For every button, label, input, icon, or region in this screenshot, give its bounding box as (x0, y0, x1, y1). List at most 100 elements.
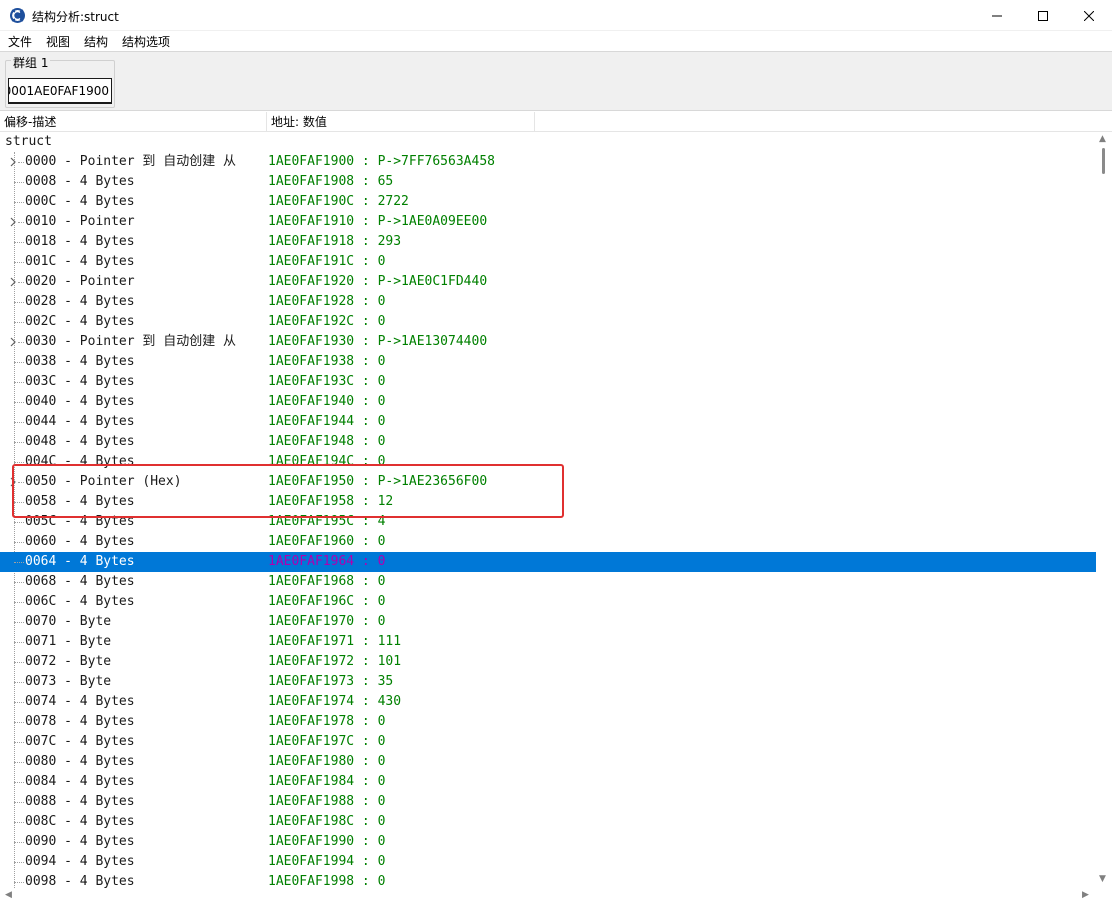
row-address-value[interactable]: 1AE0FAF1970 : 0 (268, 612, 385, 632)
row-address-value[interactable]: 1AE0FAF1930 : P->1AE13074400 (268, 332, 487, 352)
tree-row[interactable]: 0073 - Byte 1AE0FAF1973 : 35 (0, 672, 1096, 692)
structure-tree[interactable]: struct 0000 - Pointer 到 自动创建 从 1AE0FAF190… (0, 132, 1096, 889)
minimize-button[interactable] (974, 0, 1020, 31)
row-address-value[interactable]: 1AE0FAF1973 : 35 (268, 672, 393, 692)
scroll-down-arrow-icon[interactable]: ▼ (1099, 874, 1106, 884)
row-address-value[interactable]: 1AE0FAF197C : 0 (268, 732, 385, 752)
row-address-value[interactable]: 1AE0FAF1971 : 111 (268, 632, 401, 652)
column-address-value[interactable]: 地址: 数值 (267, 112, 535, 132)
tree-row[interactable]: 005C - 4 Bytes 1AE0FAF195C : 4 (0, 512, 1096, 532)
tree-row[interactable]: 0078 - 4 Bytes 1AE0FAF1978 : 0 (0, 712, 1096, 732)
row-address-value[interactable]: 1AE0FAF1948 : 0 (268, 432, 385, 452)
expand-chevron-icon[interactable] (8, 272, 18, 292)
tree-row[interactable]: 0028 - 4 Bytes 1AE0FAF1928 : 0 (0, 292, 1096, 312)
row-address-value[interactable]: 1AE0FAF1960 : 0 (268, 532, 385, 552)
row-address-value[interactable]: 1AE0FAF1908 : 65 (268, 172, 393, 192)
row-address-value[interactable]: 1AE0FAF1978 : 0 (268, 712, 385, 732)
tree-row[interactable]: 000C - 4 Bytes 1AE0FAF190C : 2722 (0, 192, 1096, 212)
row-address-value[interactable]: 1AE0FAF1944 : 0 (268, 412, 385, 432)
menu-file[interactable]: 文件 (8, 33, 32, 50)
expand-chevron-icon[interactable] (8, 472, 18, 492)
maximize-button[interactable] (1020, 0, 1066, 31)
tree-row[interactable]: 0060 - 4 Bytes 1AE0FAF1960 : 0 (0, 532, 1096, 552)
tree-branch-line (14, 682, 24, 683)
row-address-value[interactable]: 1AE0FAF198C : 0 (268, 812, 385, 832)
title-bar[interactable]: 结构分析:struct (0, 0, 1112, 31)
row-address-value[interactable]: 1AE0FAF196C : 0 (268, 592, 385, 612)
scroll-left-arrow-icon[interactable]: ◀ (5, 890, 12, 900)
tree-row[interactable]: 0000 - Pointer 到 自动创建 从 1AE0FAF1900 : P->… (0, 152, 1096, 172)
tree-row[interactable]: 0071 - Byte 1AE0FAF1971 : 111 (0, 632, 1096, 652)
menu-view[interactable]: 视图 (46, 33, 70, 50)
menu-structure-options[interactable]: 结构选项 (122, 33, 170, 50)
row-address-value[interactable]: 1AE0FAF194C : 0 (268, 452, 385, 472)
tree-row[interactable]: 0050 - Pointer (Hex) 1AE0FAF1950 : P->1AE… (0, 472, 1096, 492)
row-address-value[interactable]: 1AE0FAF191C : 0 (268, 252, 385, 272)
vertical-scroll-thumb[interactable] (1102, 148, 1105, 174)
tree-row[interactable]: 007C - 4 Bytes 1AE0FAF197C : 0 (0, 732, 1096, 752)
row-address-value[interactable]: 1AE0FAF1958 : 12 (268, 492, 393, 512)
tree-row[interactable]: 0088 - 4 Bytes 1AE0FAF1988 : 0 (0, 792, 1096, 812)
expand-chevron-icon[interactable] (8, 212, 18, 232)
tree-row[interactable]: 0084 - 4 Bytes 1AE0FAF1984 : 0 (0, 772, 1096, 792)
row-address-value[interactable]: 1AE0FAF1994 : 0 (268, 852, 385, 872)
tree-row[interactable]: 0058 - 4 Bytes 1AE0FAF1958 : 12 (0, 492, 1096, 512)
row-address-value[interactable]: 1AE0FAF1920 : P->1AE0C1FD440 (268, 272, 487, 292)
row-address-value[interactable]: 1AE0FAF1918 : 293 (268, 232, 401, 252)
row-address-value[interactable]: 1AE0FAF190C : 2722 (268, 192, 409, 212)
tree-root[interactable]: struct (5, 132, 52, 152)
tree-row[interactable]: 003C - 4 Bytes 1AE0FAF193C : 0 (0, 372, 1096, 392)
tree-row[interactable]: 0044 - 4 Bytes 1AE0FAF1944 : 0 (0, 412, 1096, 432)
row-address-value[interactable]: 1AE0FAF1974 : 430 (268, 692, 401, 712)
tree-row[interactable]: 0038 - 4 Bytes 1AE0FAF1938 : 0 (0, 352, 1096, 372)
row-address-value[interactable]: 1AE0FAF193C : 0 (268, 372, 385, 392)
row-address-value[interactable]: 1AE0FAF1968 : 0 (268, 572, 385, 592)
tree-row[interactable]: 006C - 4 Bytes 1AE0FAF196C : 0 (0, 592, 1096, 612)
tree-row-selected[interactable]: 0064 - 4 Bytes 1AE0FAF1964 : 0 (0, 552, 1096, 572)
column-offset-description[interactable]: 偏移-描述 (0, 112, 267, 132)
tree-row[interactable]: 0080 - 4 Bytes 1AE0FAF1980 : 0 (0, 752, 1096, 772)
row-address-value[interactable]: 1AE0FAF1988 : 0 (268, 792, 385, 812)
tree-row[interactable]: 0090 - 4 Bytes 1AE0FAF1990 : 0 (0, 832, 1096, 852)
scroll-up-arrow-icon[interactable]: ▲ (1099, 134, 1106, 144)
row-address-value[interactable]: 1AE0FAF1972 : 101 (268, 652, 401, 672)
row-address-value[interactable]: 1AE0FAF192C : 0 (268, 312, 385, 332)
expand-chevron-icon[interactable] (8, 332, 18, 352)
tree-row[interactable]: 0040 - 4 Bytes 1AE0FAF1940 : 0 (0, 392, 1096, 412)
scroll-right-arrow-icon[interactable]: ▶ (1082, 890, 1089, 900)
tree-row[interactable]: 0020 - Pointer 1AE0FAF1920 : P->1AE0C1FD4… (0, 272, 1096, 292)
tree-row[interactable]: 0070 - Byte 1AE0FAF1970 : 0 (0, 612, 1096, 632)
expand-chevron-icon[interactable] (8, 152, 18, 172)
tree-row[interactable]: 0098 - 4 Bytes 1AE0FAF1998 : 0 (0, 872, 1096, 889)
tree-row[interactable]: 0074 - 4 Bytes 1AE0FAF1974 : 430 (0, 692, 1096, 712)
tree-row[interactable]: 002C - 4 Bytes 1AE0FAF192C : 0 (0, 312, 1096, 332)
row-address-value[interactable]: 1AE0FAF1964 : 0 (268, 552, 385, 572)
vertical-scrollbar[interactable]: ▲ ▼ (1096, 132, 1112, 889)
row-address-value[interactable]: 1AE0FAF1938 : 0 (268, 352, 385, 372)
row-address-value[interactable]: 1AE0FAF1940 : 0 (268, 392, 385, 412)
row-address-value[interactable]: 1AE0FAF1990 : 0 (268, 832, 385, 852)
row-address-value[interactable]: 1AE0FAF1910 : P->1AE0A09EE00 (268, 212, 487, 232)
tree-row[interactable]: 0030 - Pointer 到 自动创建 从 1AE0FAF1930 : P->… (0, 332, 1096, 352)
tree-row[interactable]: 001C - 4 Bytes 1AE0FAF191C : 0 (0, 252, 1096, 272)
row-address-value[interactable]: 1AE0FAF1928 : 0 (268, 292, 385, 312)
horizontal-scrollbar[interactable]: ◀ ▶ (0, 889, 1112, 903)
tree-row[interactable]: 0094 - 4 Bytes 1AE0FAF1994 : 0 (0, 852, 1096, 872)
row-address-value[interactable]: 1AE0FAF1950 : P->1AE23656F00 (268, 472, 487, 492)
tree-row[interactable]: 0072 - Byte 1AE0FAF1972 : 101 (0, 652, 1096, 672)
row-address-value[interactable]: 1AE0FAF1900 : P->7FF76563A458 (268, 152, 495, 172)
tree-row[interactable]: 0068 - 4 Bytes 1AE0FAF1968 : 0 (0, 572, 1096, 592)
row-address-value[interactable]: 1AE0FAF1984 : 0 (268, 772, 385, 792)
row-address-value[interactable]: 1AE0FAF1998 : 0 (268, 872, 385, 889)
tree-row[interactable]: 0010 - Pointer 1AE0FAF1910 : P->1AE0A09EE… (0, 212, 1096, 232)
menu-structure[interactable]: 结构 (84, 33, 108, 50)
row-address-value[interactable]: 1AE0FAF1980 : 0 (268, 752, 385, 772)
tree-row[interactable]: 004C - 4 Bytes 1AE0FAF194C : 0 (0, 452, 1096, 472)
tree-row[interactable]: 008C - 4 Bytes 1AE0FAF198C : 0 (0, 812, 1096, 832)
row-address-value[interactable]: 1AE0FAF195C : 4 (268, 512, 385, 532)
tree-row[interactable]: 0048 - 4 Bytes 1AE0FAF1948 : 0 (0, 432, 1096, 452)
close-button[interactable] (1066, 0, 1112, 31)
tree-row[interactable]: 0008 - 4 Bytes 1AE0FAF1908 : 65 (0, 172, 1096, 192)
tree-row[interactable]: 0018 - 4 Bytes 1AE0FAF1918 : 293 (0, 232, 1096, 252)
address-input[interactable]: 00001AE0FAF1900 (8, 78, 112, 104)
